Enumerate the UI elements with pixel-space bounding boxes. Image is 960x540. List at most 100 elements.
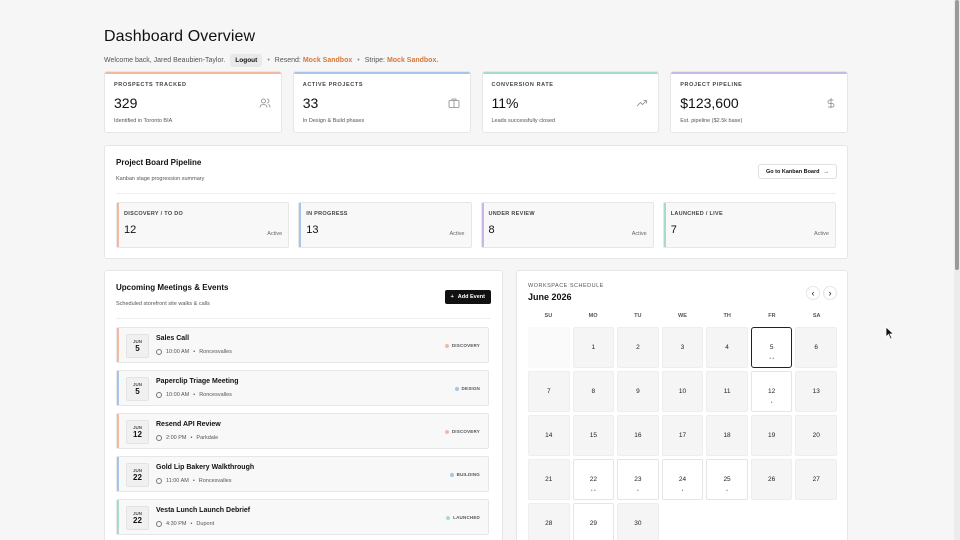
event-dots: • — [681, 488, 684, 494]
go-to-kanban-button[interactable]: Go to Kanban Board → — [758, 164, 837, 179]
meeting-stage-tag: DISCOVERY — [444, 429, 480, 434]
users-icon — [259, 98, 271, 108]
next-month-button[interactable]: › — [823, 286, 837, 300]
separator-dot: • — [357, 57, 360, 64]
calendar-day[interactable]: 25 • — [706, 459, 748, 500]
meeting-item[interactable]: JUN 5 Sales Call 10:00 AM • Roncesvalles DISCO… — [116, 327, 489, 363]
calendar-day[interactable]: 24 • — [661, 459, 704, 500]
calendar-day[interactable]: 9 — [617, 371, 659, 412]
resend-label: Resend: — [274, 57, 301, 64]
calendar-day[interactable]: 11 — [706, 371, 748, 412]
meeting-date: JUN 22 — [126, 506, 149, 530]
calendar-day[interactable]: 4 — [706, 327, 748, 368]
meeting-date: JUN 12 — [126, 420, 149, 444]
weekday-label: SU — [544, 313, 553, 319]
page-title: Dashboard Overview — [104, 28, 256, 45]
meeting-meta: 2:00 PM • Parkdale — [156, 435, 218, 441]
header-subline: Welcome back, Jared Beaubien-Taylor. Log… — [104, 54, 844, 67]
weekday-label: WE — [678, 313, 687, 319]
calendar-day[interactable]: 16 — [617, 415, 659, 456]
tag-dot — [444, 343, 449, 348]
event-dots: • • — [590, 488, 596, 494]
day-number: 19 — [768, 432, 776, 439]
calendar-day[interactable]: 2 — [617, 327, 659, 368]
stage-accent — [117, 203, 119, 247]
stat-subtext: Leads successfully closed — [491, 118, 556, 124]
meeting-name: Paperclip Triage Meeting — [156, 378, 239, 385]
calendar-day[interactable]: 3 — [661, 327, 704, 368]
meeting-accent — [117, 328, 119, 362]
meeting-item[interactable]: JUN 5 Paperclip Triage Meeting 10:00 AM • Ron… — [116, 370, 489, 406]
day-number: 8 — [591, 388, 596, 395]
add-event-label: Add Event — [457, 294, 485, 300]
meetings-subtitle: Scheduled storefront site walks & calls — [116, 301, 210, 307]
meeting-item[interactable]: JUN 22 Vesta Lunch Launch Debrief 4:30 PM • D… — [116, 499, 489, 535]
meeting-date: JUN 5 — [126, 334, 149, 358]
stage-count: 12 — [124, 224, 137, 236]
meeting-time: 4:30 PM — [166, 521, 187, 527]
clock-icon — [156, 392, 162, 398]
scrollbar-thumb[interactable] — [955, 0, 959, 270]
calendar-day[interactable]: 30 — [617, 503, 659, 540]
calendar-day[interactable]: 23 • — [617, 459, 659, 500]
day-number: 4 — [725, 344, 729, 351]
calendar-day[interactable]: 14 — [528, 415, 570, 456]
calendar-day[interactable]: 19 — [750, 415, 793, 456]
calendar-day[interactable]: 6 — [795, 327, 837, 368]
meeting-stage-tag: LAUNCHED — [446, 515, 480, 520]
stage-label: LAUNCHED / LIVE — [670, 211, 723, 217]
clock-icon — [156, 349, 162, 355]
calendar-day[interactable]: 8 — [572, 371, 615, 412]
stage-discovery[interactable]: DISCOVERY / TO DO 12 Active — [116, 202, 290, 248]
meeting-name: Sales Call — [156, 335, 190, 342]
stat-accent-bar — [293, 72, 470, 74]
clock-icon — [156, 521, 162, 527]
kanban-button-label: Go to Kanban Board — [766, 168, 820, 175]
day-number: 14 — [545, 432, 553, 439]
calendar-day[interactable]: 13 — [795, 371, 837, 412]
meeting-item[interactable]: JUN 22 Gold Lip Bakery Walkthrough 11:00 AM… — [116, 456, 489, 492]
calendar-day[interactable]: 5 • • — [750, 327, 793, 368]
calendar-day[interactable]: 10 — [661, 371, 704, 412]
calendar-day[interactable]: 17 — [661, 415, 704, 456]
page-scrollbar[interactable] — [954, 0, 960, 540]
tag-dot — [449, 472, 454, 477]
calendar-day[interactable]: 15 — [572, 415, 615, 456]
meetings-list: JUN 5 Sales Call 10:00 AM • Roncesvalles DISCO… — [116, 327, 489, 540]
calendar-day[interactable]: 20 — [795, 415, 837, 456]
logout-button[interactable]: Logout — [230, 54, 263, 67]
calendar-day[interactable]: 7 — [528, 371, 570, 412]
calendar-day[interactable]: 28 — [528, 503, 570, 540]
prev-month-button[interactable]: ‹ — [806, 286, 820, 300]
stage-under-review[interactable]: UNDER REVIEW 8 Active — [480, 202, 654, 248]
day-number: 16 — [634, 432, 642, 439]
calendar-day[interactable]: 1 — [572, 327, 615, 368]
calendar-day[interactable]: 29 — [572, 503, 615, 540]
stripe-status: Mock Sandbox. — [386, 57, 439, 64]
stage-label: UNDER REVIEW — [488, 211, 535, 217]
meeting-day: 22 — [133, 516, 142, 525]
day-number: 13 — [812, 388, 820, 395]
tag-label: DESIGN — [461, 386, 480, 391]
meetings-title: Upcoming Meetings & Events — [116, 283, 229, 292]
calendar-day[interactable]: 26 — [750, 459, 793, 500]
add-event-button[interactable]: + Add Event — [444, 290, 491, 304]
calendar-day[interactable]: 18 — [706, 415, 748, 456]
plus-icon: + — [450, 294, 454, 300]
meeting-day: 5 — [135, 387, 140, 396]
stat-label: PROSPECTS TRACKED — [114, 82, 187, 88]
meetings-card: Upcoming Meetings & Events Scheduled sto… — [104, 270, 503, 540]
event-dots: • — [637, 488, 639, 494]
calendar-day[interactable]: 27 — [795, 459, 837, 500]
meeting-name: Vesta Lunch Launch Debrief — [156, 507, 251, 514]
calendar-day[interactable]: 22 • • — [572, 459, 615, 500]
meeting-meta: 10:00 AM • Roncesvalles — [156, 349, 232, 355]
meeting-time: 10:00 AM — [166, 392, 190, 398]
calendar-day[interactable]: 12 • — [750, 371, 793, 412]
day-number: 15 — [589, 432, 597, 439]
stage-launched[interactable]: LAUNCHED / LIVE 7 Active — [662, 202, 836, 248]
meeting-item[interactable]: JUN 12 Resend API Review 2:00 PM • Parkdale DI… — [116, 413, 489, 449]
stage-in-progress[interactable]: IN PROGRESS 13 Active — [298, 202, 472, 248]
calendar-day[interactable]: 21 — [528, 459, 570, 500]
stage-status: Active — [449, 231, 465, 237]
